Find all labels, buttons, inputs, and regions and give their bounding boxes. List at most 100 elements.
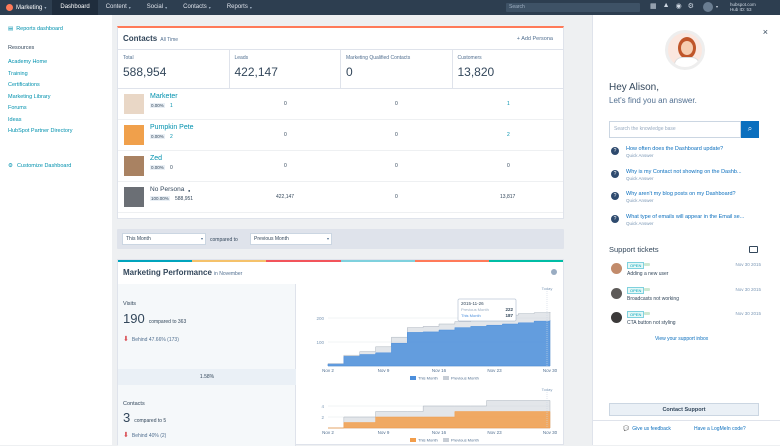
question-icon: ? [611, 147, 619, 155]
nav-social[interactable]: Social ▾ [139, 0, 175, 15]
sidebar-item-academy-home[interactable]: Academy Home [8, 59, 73, 71]
logmein-link[interactable]: Have a LogMeIn code? [694, 426, 746, 432]
chevron-down-icon: ▾ [128, 5, 131, 10]
legend-label: This Month [418, 438, 438, 443]
persona-name[interactable]: Pumpkin Pete [150, 124, 194, 131]
stat-label: Customers [457, 55, 482, 61]
user-avatar[interactable] [703, 2, 713, 12]
compare-period-select[interactable]: Previous Month ▾ [250, 233, 332, 245]
stat-customers[interactable]: Customers 13,820 [453, 50, 564, 88]
inbox-icon[interactable] [749, 246, 758, 253]
legend-swatch [443, 438, 449, 442]
search-icon: ⌕ [747, 124, 753, 133]
stat-label: Total [123, 55, 134, 61]
persona-name[interactable]: Zed [150, 155, 162, 162]
sidebar-item-forums[interactable]: Forums [8, 105, 73, 117]
table-row[interactable]: Pumpkin Pete 0.00% 2 0 0 2 [118, 120, 563, 151]
assistant-avatar [665, 30, 705, 70]
top-navigation-bar: Marketing ▾ Dashboard Content ▾ Social ▾ Conta… [0, 0, 780, 15]
add-persona-button[interactable]: + Add Persona [517, 36, 553, 42]
sidebar-item-hubspot-partner-directory[interactable]: HubSpot Partner Directory [8, 128, 73, 140]
global-search-input[interactable]: Search [506, 3, 640, 12]
account-info[interactable]: hubspot.com Hub ID: 53 [730, 2, 756, 12]
stat-value: 588,954 [123, 65, 167, 79]
tooltip-row-value: 187 [505, 313, 513, 318]
info-icon[interactable]: ● [188, 188, 190, 193]
persona-leads: 422,147 [276, 194, 295, 200]
sidebar-item-marketing-library[interactable]: Marketing Library [8, 94, 73, 106]
sidebar-item-certifications[interactable]: Certifications [8, 82, 73, 94]
tooltip-row-label: Previous Month [461, 307, 489, 312]
ticket-avatar [611, 287, 622, 299]
persona-leads: 0 [284, 132, 287, 138]
gear-icon[interactable]: ⚙ [688, 2, 694, 10]
academy-icon[interactable]: ▲ [663, 2, 670, 10]
status-dot [644, 263, 650, 266]
question-tag: Quick Answer [626, 220, 654, 226]
nav-reports[interactable]: Reports ▾ [219, 0, 260, 15]
contact-support-button[interactable]: Contact Support [609, 403, 759, 416]
persona-name[interactable]: Marketer [150, 93, 178, 100]
question-icon: ? [611, 214, 619, 223]
table-row[interactable]: Zed 0.00% 0 0 0 0 [118, 151, 563, 182]
nav-label: Content [105, 4, 127, 10]
nav-dashboard[interactable]: Dashboard [52, 0, 98, 15]
contacts-metric-label: Contacts [123, 401, 145, 407]
help-panel: × Hey Alison, Let's find you an answer. … [592, 15, 780, 445]
visits-metric[interactable]: Visits 190 compared to 363 ⬇ Behind 47.66%… [118, 284, 296, 369]
give-feedback-link[interactable]: 💬 Give us feedback [623, 426, 671, 432]
persona-count[interactable]: 0 [170, 165, 173, 171]
visits-label: Visits [123, 301, 137, 307]
stat-value: 422,147 [234, 65, 278, 79]
persona-mqc: 0 [395, 101, 398, 107]
persona-mqc: 0 [395, 194, 398, 200]
contacts-chart[interactable]: 2 4 Today Nov 2 Nov 9 Nov 16 Nov 23 Nov 30 This … [298, 385, 563, 446]
contacts-metric[interactable]: Contacts 3 compared to 5 ⬇ Behind 40% (2) [118, 385, 296, 446]
reports-dashboard-link[interactable]: ▤ Reports dashboard [8, 26, 63, 32]
resources-heading: Resources [8, 45, 35, 51]
stat-label: Leads [234, 55, 249, 61]
question-icon: ? [611, 169, 619, 178]
close-icon[interactable]: × [763, 27, 768, 37]
question-text: Why aren't my blog posts on my Dashboard… [626, 191, 736, 197]
table-row[interactable]: No Persona ● 100.00% 588,951 422,147 0 13,817 [118, 182, 563, 213]
sidebar-item-ideas[interactable]: Ideas [8, 117, 73, 129]
legend-swatch [410, 438, 416, 442]
persona-count[interactable]: 2 [170, 134, 173, 140]
knowledge-base-search-input[interactable]: Search the knowledge base [609, 121, 741, 138]
visits-chart[interactable]: 100 200 Today Nov 2 Nov 9 Nov 16 Nov 23 Nov 30 T… [298, 284, 563, 384]
view-support-inbox-link[interactable]: View your support inbox [655, 336, 708, 342]
contacts-subtitle: All Time [160, 36, 179, 43]
question-text: Why is my Contact not showing on the Das… [626, 168, 742, 175]
greeting: Hey Alison, [609, 82, 660, 93]
broadcast-icon[interactable]: ◉ [676, 2, 682, 10]
x-tick-label: Nov 16 [432, 430, 447, 435]
nav-contacts[interactable]: Contacts ▾ [175, 0, 219, 15]
question-tag: Quick Answer [626, 153, 654, 158]
persona-avatar [124, 94, 144, 114]
stat-leads[interactable]: Leads 422,147 [230, 50, 341, 88]
question-text: How often does the Dashboard update? [626, 146, 724, 152]
persona-count[interactable]: 1 [170, 103, 173, 109]
stat-marketing-qualified-contacts[interactable]: Marketing Qualified Contacts 0 [341, 50, 453, 88]
nav-content[interactable]: Content ▾ [98, 0, 139, 15]
customize-dashboard-link[interactable]: ⚙ Customize Dashboard [8, 163, 71, 169]
table-row[interactable]: Marketer 0.00% 1 0 0 1 [118, 89, 563, 120]
today-label: Today [542, 387, 553, 392]
stat-total[interactable]: Total 588,954 [118, 50, 230, 88]
x-tick-label: Nov 2 [322, 368, 334, 373]
search-button[interactable]: ⌕ [741, 121, 759, 138]
calendar-icon[interactable]: ▦ [650, 2, 657, 10]
nav-label: Social [146, 4, 164, 10]
top-icons: ▦ ▲ ◉ ⚙ [650, 2, 694, 10]
settings-icon[interactable] [551, 269, 557, 275]
question-tag: Quick Answer [626, 198, 654, 203]
hubspot-logo[interactable]: Marketing ▾ [0, 0, 52, 15]
chevron-down-icon[interactable]: ▾ [716, 4, 718, 9]
period-select[interactable]: This Month ▾ [122, 233, 206, 245]
y-tick-label: 100 [316, 340, 324, 345]
sidebar-item-training[interactable]: Training [8, 71, 73, 83]
persona-percent: 0.00% [150, 134, 165, 139]
today-label: Today [542, 286, 553, 291]
stat-label: Marketing Qualified Contacts [346, 55, 411, 61]
